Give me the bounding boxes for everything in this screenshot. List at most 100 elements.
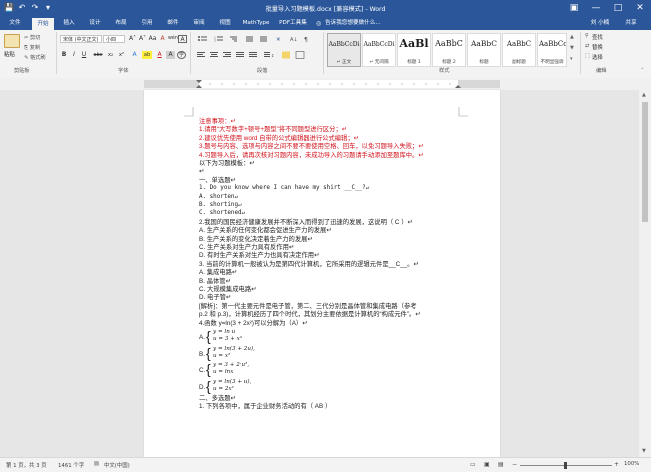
document-line[interactable]: A. shorten↵: [199, 194, 238, 201]
style-title[interactable]: AaBbC 标题: [467, 33, 501, 67]
phonetic-guide-button[interactable]: wén: [168, 35, 178, 43]
tab-design[interactable]: 设计: [84, 17, 106, 30]
underline-button[interactable]: U: [80, 51, 88, 59]
document-line[interactable]: 注意事项：↵: [199, 118, 236, 125]
select-icon[interactable]: ⬚: [585, 53, 590, 59]
document-line[interactable]: [解析]：第一代主要元件是电子管，第二、三代分别是晶体管和集成电路（参考: [199, 303, 417, 310]
document-line[interactable]: 2.我国的国民经济健康发展并不断深入而得到了迅速的发展，这说明（ C ）↵: [199, 219, 413, 226]
scroll-up-icon[interactable]: ▲: [642, 92, 646, 98]
format-painter-button[interactable]: ✎ 格式刷: [24, 54, 46, 61]
document-line[interactable]: 1. 下列各项中，属于企业财务活动的有（ AB ）: [199, 403, 331, 410]
document-line[interactable]: 3. 当前的计算机一般被认为是第四代计算机，它所采用的逻辑元件是__C__。↵: [199, 261, 419, 268]
styles-more-icon[interactable]: ▾: [570, 56, 573, 62]
styles-scroll-up-icon[interactable]: ▲: [570, 34, 574, 40]
share-button[interactable]: 共享: [616, 17, 646, 30]
read-mode-icon[interactable]: ▭: [470, 461, 476, 468]
tab-references[interactable]: 引用: [136, 17, 158, 30]
document-line[interactable]: 一、单选题↵: [199, 177, 236, 184]
user-name[interactable]: 刘 小楠: [588, 17, 612, 30]
zoom-in-icon[interactable]: +: [614, 461, 619, 468]
italic-button[interactable]: I: [70, 51, 78, 59]
superscript-button[interactable]: x²: [117, 51, 126, 59]
font-color-button[interactable]: A: [155, 51, 164, 59]
document-line[interactable]: 4.函数 y=ln(3 + 2x²)可以分解为（A）↵: [199, 320, 308, 327]
highlight-button[interactable]: ab: [142, 51, 152, 59]
document-line[interactable]: D. 电子管↵: [199, 294, 231, 301]
replace-icon[interactable]: ⇄: [585, 43, 589, 49]
tab-insert[interactable]: 插入: [58, 17, 80, 30]
style-normal[interactable]: AaBbCcDi ↵ 正文: [327, 33, 361, 67]
document-line[interactable]: 二、多选题↵: [199, 395, 236, 402]
style-subtle-emphasis[interactable]: AaBbCc 不明显强调: [537, 33, 567, 67]
document-line[interactable]: B. shorting↵: [199, 202, 242, 209]
document-line[interactable]: 2.建议优先使用 word 自带的公式编辑器进行公式编辑；↵: [199, 135, 359, 142]
style-heading-1[interactable]: AaBl 标题 1: [397, 33, 431, 67]
web-layout-icon[interactable]: ▤: [498, 461, 504, 468]
print-layout-icon[interactable]: ▣: [484, 461, 490, 468]
paragraph-align-icons[interactable]: ↕: [196, 51, 318, 59]
document-line[interactable]: D. 有时生产关系对生产力也具有决定作用↵: [199, 252, 319, 259]
tab-mathtype[interactable]: MathType: [238, 17, 274, 30]
document-line[interactable]: C. 生产关系对生产力具有反作用↵: [199, 244, 294, 251]
document-line[interactable]: C. 大规模集成电路↵: [199, 286, 256, 293]
collapse-ribbon-icon[interactable]: ˄: [641, 68, 644, 74]
scroll-down-icon[interactable]: ▼: [642, 448, 646, 454]
word-count[interactable]: 1461 个字: [58, 461, 84, 469]
find-icon[interactable]: ⚲: [585, 33, 589, 39]
paste-icon[interactable]: [4, 34, 20, 48]
select-button[interactable]: 选择: [592, 53, 603, 61]
document-line[interactable]: C. shortened↵: [199, 210, 245, 217]
document-line[interactable]: 以下为习题模板：↵: [199, 160, 255, 167]
font-size-combo[interactable]: 小四: [103, 35, 125, 43]
document-line[interactable]: 4.习题导入后，请再次核对习题内容，未成功导入的习题请手动添加至题库中。↵: [199, 152, 424, 159]
tab-layout[interactable]: 布局: [110, 17, 132, 30]
document-line[interactable]: 3.题号与内容、选项与内容之间不要不要使用空格、回车，以免习题导入失败；↵: [199, 143, 424, 150]
paste-button[interactable]: 粘贴: [4, 50, 15, 58]
change-case-button[interactable]: Aa: [148, 35, 157, 43]
copy-button[interactable]: ⎘ 复制: [24, 44, 40, 52]
close-button[interactable]: ✕: [629, 0, 651, 17]
tab-mailings[interactable]: 邮件: [162, 17, 184, 30]
paragraph-list-icons[interactable]: 12 ✕ A↓ ¶: [196, 35, 318, 44]
strikethrough-button[interactable]: abc: [92, 51, 104, 59]
tab-review[interactable]: 审阅: [188, 17, 210, 30]
text-effects-button[interactable]: A: [130, 51, 139, 59]
document-line[interactable]: B. 生产关系的变化决定着生产力的发展↵: [199, 236, 313, 243]
page-count[interactable]: 第 1 页，共 3 页: [6, 461, 47, 469]
zoom-level[interactable]: 100%: [624, 461, 639, 467]
horizontal-ruler[interactable]: [0, 78, 651, 90]
replace-button[interactable]: 替换: [592, 43, 603, 51]
vertical-scrollbar[interactable]: ▲ ▼: [639, 90, 651, 457]
character-border-button[interactable]: A: [178, 35, 187, 43]
zoom-out-icon[interactable]: −: [512, 461, 517, 468]
minimize-button[interactable]: —: [585, 0, 607, 17]
style-no-spacing[interactable]: AaBbCcDi ↵ 无间隔: [362, 33, 396, 67]
maximize-button[interactable]: □: [607, 0, 629, 17]
tab-home[interactable]: 开始: [32, 18, 54, 30]
document-line[interactable]: ↵: [199, 168, 204, 175]
style-heading-2[interactable]: AaBbC 标题 2: [432, 33, 466, 67]
ribbon-display-options-button[interactable]: ▣: [563, 0, 585, 17]
document-page[interactable]: 注意事项：↵ 1.请用“大写数字+顿号+题型”将不同题型进行区分；↵ 2.建议优先使…: [144, 90, 500, 457]
document-line[interactable]: B. 晶体管↵: [199, 278, 231, 285]
zoom-slider-thumb[interactable]: [564, 462, 567, 469]
style-subtitle[interactable]: AaBbC 副标题: [502, 33, 536, 67]
tab-view[interactable]: 视图: [214, 17, 236, 30]
document-line[interactable]: A. 集成电路↵: [199, 269, 237, 276]
enclose-characters-button[interactable]: 字: [177, 51, 186, 59]
styles-scroll-down-icon[interactable]: ▼: [570, 45, 574, 51]
font-name-combo[interactable]: 宋体 (中文正文): [60, 35, 102, 43]
document-line[interactable]: A. 生产关系的任何变化都会促进生产力的发展↵: [199, 227, 332, 234]
document-line[interactable]: 1.请用“大写数字+顿号+题型”将不同题型进行区分；↵: [199, 126, 347, 133]
tab-pdf-tools[interactable]: PDF工具集: [276, 17, 310, 30]
find-button[interactable]: 查找: [592, 33, 603, 41]
tab-file[interactable]: 文件: [4, 17, 26, 30]
language-indicator[interactable]: 中文(中国): [104, 461, 130, 469]
document-line[interactable]: 1. Do you know where I can have my shirt…: [199, 185, 369, 192]
tell-me-search[interactable]: 告诉我您想要做什么...: [325, 17, 415, 30]
cut-button[interactable]: ✂ 剪切: [24, 34, 40, 41]
character-shading-button[interactable]: A: [166, 51, 175, 59]
grow-font-button[interactable]: A˄: [128, 35, 137, 43]
proofing-icon[interactable]: ▤: [94, 461, 99, 467]
document-line[interactable]: p.2 和 p.3)，计算机经历了四个时代，其划分主要依据是计算机的“构成元件”…: [199, 311, 420, 318]
